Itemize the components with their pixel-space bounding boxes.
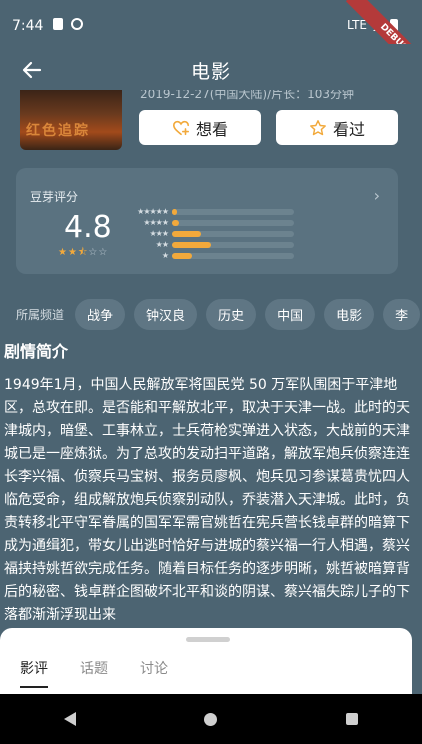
rating-stars: ★★⯪☆☆	[58, 245, 108, 262]
tab-reviews[interactable]: 影评	[20, 658, 48, 688]
heart-plus-icon	[172, 120, 189, 135]
rating-bar-stars: ★★★	[149, 229, 169, 238]
status-icons-left	[53, 18, 84, 30]
page-title: 电影	[190, 60, 231, 83]
star-empty-icon: ☆	[88, 247, 99, 258]
movie-meta: 2019-12-27(中国大陆)/片长：103分钟	[140, 90, 355, 100]
chevron-right-icon: ›	[373, 186, 380, 205]
rating-bar-track	[172, 208, 294, 215]
rating-bar-fill	[172, 219, 180, 226]
rating-bar-fill	[172, 241, 212, 248]
synopsis-text: 1949年1月，中国人民解放军将国民党 50 万军队围困于平津地区，总攻在即。是…	[4, 377, 410, 620]
rating-bar-stars: ★	[161, 251, 169, 260]
sheet-tabs: 影评 话题 讨论	[20, 658, 168, 688]
channel-chip[interactable]: 李	[383, 298, 421, 330]
channel-chip[interactable]: 历史	[206, 298, 257, 330]
star-outline-icon	[310, 119, 326, 135]
system-nav-bar	[0, 694, 422, 744]
tab-discussion[interactable]: 讨论	[140, 658, 168, 688]
recents-icon[interactable]	[345, 713, 358, 725]
channel-chip[interactable]: 中国	[265, 298, 316, 330]
star-filled-icon: ★	[58, 247, 68, 258]
home-icon[interactable]	[204, 712, 218, 726]
back-icon[interactable]	[64, 712, 77, 726]
watched-label: 看过	[332, 119, 365, 139]
rating-bar-fill	[172, 208, 177, 215]
rating-bar-track	[172, 241, 294, 248]
rating-bar-fill	[172, 252, 192, 259]
want-to-watch-button[interactable]: 想看	[139, 110, 261, 145]
movie-header: 红色追踪 2019-12-27(中国大陆)/片长：103分钟 想看 看过	[0, 90, 422, 150]
rating-distribution: ★★★★★ ★★★★ ★★★ ★★ ★	[122, 206, 294, 261]
rating-bar-stars: ★★★★	[143, 218, 169, 227]
arrow-left-icon	[22, 61, 42, 79]
star-empty-icon: ☆	[98, 247, 109, 258]
tab-topics[interactable]: 话题	[80, 658, 108, 688]
sd-card-icon	[53, 18, 64, 30]
rating-bar-track	[172, 230, 294, 237]
app-bar: 电影	[0, 44, 422, 96]
rating-bar-row: ★★★★	[122, 217, 294, 228]
channel-chip[interactable]: 电影	[324, 298, 375, 330]
star-half-icon: ⯪	[77, 247, 89, 258]
channels-label: 所属频道	[16, 307, 65, 322]
want-to-watch-label: 想看	[195, 119, 228, 139]
sync-icon	[71, 18, 84, 30]
rating-card[interactable]: 豆芽评分 › 4.8 ★★⯪☆☆ ★★★★★ ★★★★ ★★★ ★★ ★	[16, 168, 398, 274]
rating-bar-stars: ★★	[155, 240, 169, 249]
channel-chip[interactable]: 战争	[75, 298, 126, 330]
rating-title: 豆芽评分	[30, 190, 79, 204]
poster-title: 红色追踪	[26, 123, 90, 139]
channel-row: 所属频道 战争 钟汉良 历史 中国 电影 李	[16, 298, 422, 330]
rating-bar-row: ★★★	[122, 228, 294, 239]
rating-bar-row: ★★	[122, 239, 294, 250]
rating-bar-track	[172, 252, 294, 259]
rating-bar-fill	[172, 230, 202, 237]
rating-bar-stars: ★★★★★	[137, 207, 169, 216]
rating-bar-row: ★	[122, 250, 294, 261]
drag-handle[interactable]	[186, 637, 230, 642]
movie-poster[interactable]: 红色追踪	[20, 90, 122, 150]
rating-bar-track	[172, 219, 294, 226]
channel-chip[interactable]: 钟汉良	[134, 298, 198, 330]
star-filled-icon: ★	[67, 247, 78, 258]
rating-bar-row: ★★★★★	[122, 206, 294, 217]
back-button[interactable]	[18, 56, 46, 84]
rating-score: 4.8	[64, 210, 112, 245]
bottom-sheet[interactable]: 影评 话题 讨论	[0, 628, 412, 694]
synopsis-title: 剧情简介	[4, 342, 69, 361]
watched-button[interactable]: 看过	[276, 110, 398, 145]
status-time: 7:44	[12, 18, 44, 34]
